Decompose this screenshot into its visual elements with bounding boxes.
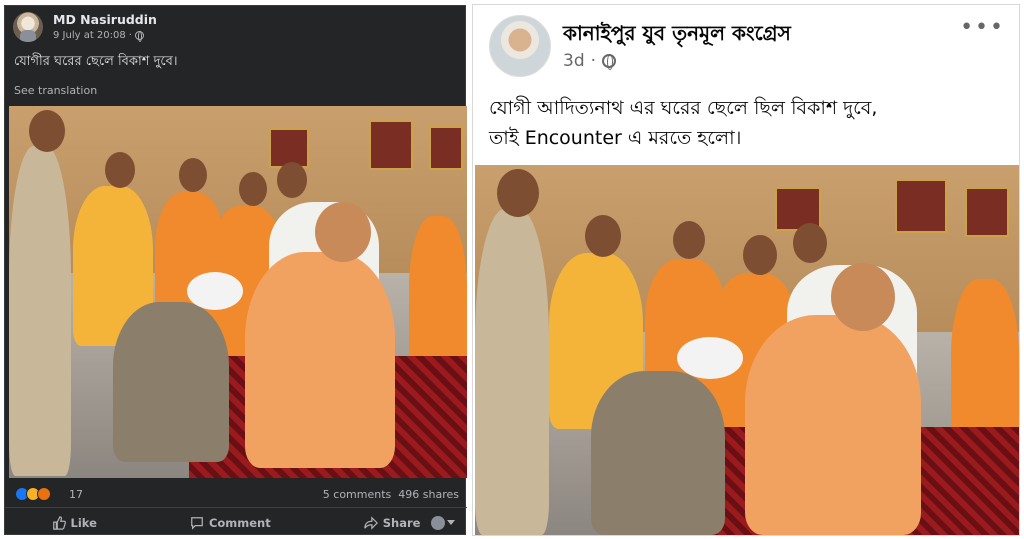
chevron-down-icon[interactable] [447,520,455,525]
person-head [793,223,827,263]
share-button[interactable]: Share [364,516,421,530]
share-icon [364,516,378,530]
person-head [105,152,135,188]
comment-button[interactable]: Comment [190,516,271,530]
post-text: যোগীর ঘরের ছেলে বিকাশ দুবে। [14,54,178,69]
author-name[interactable]: MD Nasiruddin [53,12,157,27]
person-head [585,215,621,257]
shares-count[interactable]: 496 shares [398,488,459,501]
post-timestamp[interactable]: 3d [563,51,585,71]
wall-frame [369,120,413,170]
person-head [673,221,705,259]
wall-frame [895,179,947,233]
person-head [497,169,539,217]
reaction-count[interactable]: 17 [69,488,83,501]
post-actions: Like Comment Share [5,512,467,534]
like-icon [52,516,66,530]
post-photo[interactable] [9,106,467,478]
post-timestamp[interactable]: 9 July at 20:08 [53,30,126,41]
post-text-line: তাই Encounter এ মরতে হলো। [489,127,742,149]
see-translation-link[interactable]: See translation [14,84,97,97]
seated-monk [745,315,921,535]
monk-head [831,263,895,331]
wall-frame [429,126,463,170]
post-stats: 17 5 comments 496 shares [5,482,467,508]
person-police-standing [9,146,71,476]
comments-count[interactable]: 5 comments [323,488,392,501]
page-name[interactable]: কানাইপুর যুব তৃনমূল কংগ্রেস [563,19,791,52]
share-label: Share [382,516,421,530]
post-text: যোগী আদিত্যনাথ এর ঘরের ছেলে ছিল বিকাশ দু… [489,93,1009,153]
post-meta: 9 July at 20:08 · [53,30,144,42]
person-head [179,158,207,192]
white-headscarf [187,272,243,310]
meta-separator: · [128,30,132,41]
monk-head [315,202,371,262]
audience-avatar[interactable] [431,516,445,530]
globe-icon [134,31,144,42]
comment-label: Comment [208,516,271,530]
wall-frame [965,187,1009,237]
meta-separator: · [590,51,597,71]
person-police-standing [475,209,549,535]
left-post-header: MD Nasiruddin 9 July at 20:08 · যোগীর ঘর… [5,6,467,106]
right-post: কানাইপুর যুব তৃনমূল কংগ্রেস 3d · ••• যোগ… [472,4,1020,536]
post-photo[interactable] [475,165,1019,535]
more-options-icon[interactable]: ••• [960,15,1005,40]
kneeling-man [113,302,229,462]
like-button[interactable]: Like [52,516,97,530]
author-avatar[interactable] [13,12,43,42]
reactions-summary[interactable] [15,487,51,501]
angry-reaction-icon [37,487,51,501]
person-head [743,235,777,275]
person-head [277,162,307,198]
like-label: Like [70,516,97,530]
person-head [29,110,65,152]
white-headscarf [677,337,743,379]
kneeling-man [591,371,725,535]
post-text-line: যোগী আদিত্যনাথ এর ঘরের ছেলে ছিল বিকাশ দু… [489,97,878,119]
person-head [239,172,267,206]
globe-icon [602,54,617,70]
post-meta: 3d · [563,51,617,71]
comment-icon [191,517,203,530]
seated-monk [245,252,395,468]
comments-shares: 5 comments 496 shares [323,488,459,501]
left-post: MD Nasiruddin 9 July at 20:08 · যোগীর ঘর… [4,5,467,535]
page-avatar[interactable] [489,15,551,77]
